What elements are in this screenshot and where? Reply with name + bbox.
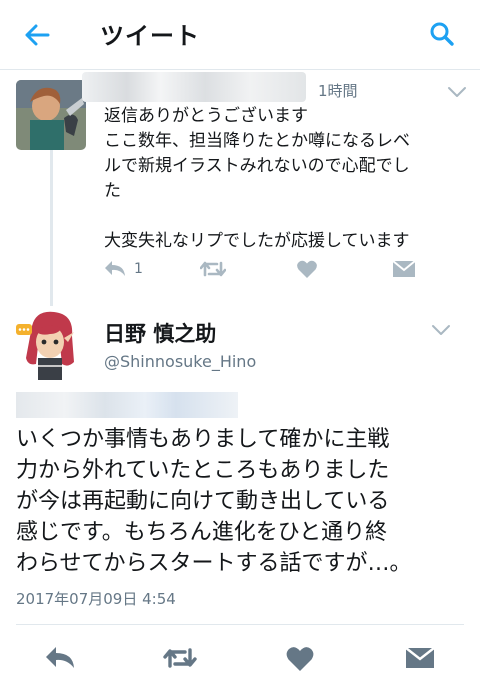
text-line: 感じです。もちろん進化をひと通り終: [16, 520, 388, 545]
search-button[interactable]: [426, 18, 458, 50]
reply-button[interactable]: [42, 642, 78, 674]
text-line: 大変失礼なリプでしたが応援しています: [104, 231, 410, 251]
reply-button[interactable]: 1: [104, 258, 143, 280]
retweet-icon: [200, 261, 226, 277]
author-handle[interactable]: @Shinnosuke_Hino: [104, 352, 256, 371]
replying-to-redacted: [16, 392, 238, 418]
heart-icon: [297, 260, 317, 278]
chevron-down-icon[interactable]: [446, 84, 468, 100]
direct-message-button[interactable]: [402, 642, 438, 674]
text-line: [104, 204, 474, 229]
text-line: ここ数年、担当降りたとか噂になるレベ: [104, 131, 410, 151]
direct-message-icon: [405, 647, 435, 668]
reply-author-redacted: [82, 72, 306, 102]
reply-icon: [105, 261, 125, 276]
tweet-time: 1時間: [318, 82, 358, 100]
retweet-button[interactable]: [200, 258, 226, 280]
like-button[interactable]: [282, 642, 318, 674]
text-line: ルで新規イラストみれないので心配でし: [104, 156, 410, 176]
text-line: いくつか事情もありまして確かに主戦: [16, 427, 390, 452]
chevron-down-icon[interactable]: [430, 322, 452, 338]
divider: [16, 624, 464, 625]
back-button[interactable]: [22, 20, 52, 50]
like-button[interactable]: [296, 258, 318, 280]
text-line: わらせてからスタートする話ですが…。: [16, 551, 412, 576]
direct-message-button[interactable]: [392, 258, 416, 280]
text-line: が今は再起動に向けて動き出している: [16, 489, 390, 514]
text-line: 力から外れていたところもありました: [16, 458, 390, 483]
avatar[interactable]: [14, 306, 84, 382]
reply-tweet-text: 返信ありがとうございます ここ数年、担当降りたとか噂になるレベ ルで新規イラスト…: [104, 104, 474, 254]
avatar-illustration: [14, 306, 84, 382]
thread-line: [50, 150, 53, 306]
reply-icon: [46, 647, 74, 668]
avatar-illustration: [16, 80, 86, 150]
author-display-name[interactable]: 日野 慎之助: [104, 318, 216, 348]
avatar[interactable]: [16, 80, 86, 150]
retweet-icon: [163, 648, 197, 668]
arrow-left-icon: [25, 24, 50, 46]
search-icon: [430, 22, 454, 46]
tweet-timestamp: 2017年07月09日 4:54: [16, 590, 176, 608]
text-line: た: [104, 181, 121, 201]
direct-message-icon: [392, 260, 416, 277]
retweet-button[interactable]: [162, 642, 198, 674]
page-title: ツイート: [100, 22, 200, 50]
text-line: 返信ありがとうございます: [104, 106, 308, 126]
top-bar: ツイート: [0, 0, 480, 70]
heart-icon: [286, 646, 314, 671]
reply-count: 1: [134, 261, 143, 277]
main-tweet-text: いくつか事情もありまして確かに主戦 力から外れていたところもありました が今は再…: [16, 424, 472, 579]
